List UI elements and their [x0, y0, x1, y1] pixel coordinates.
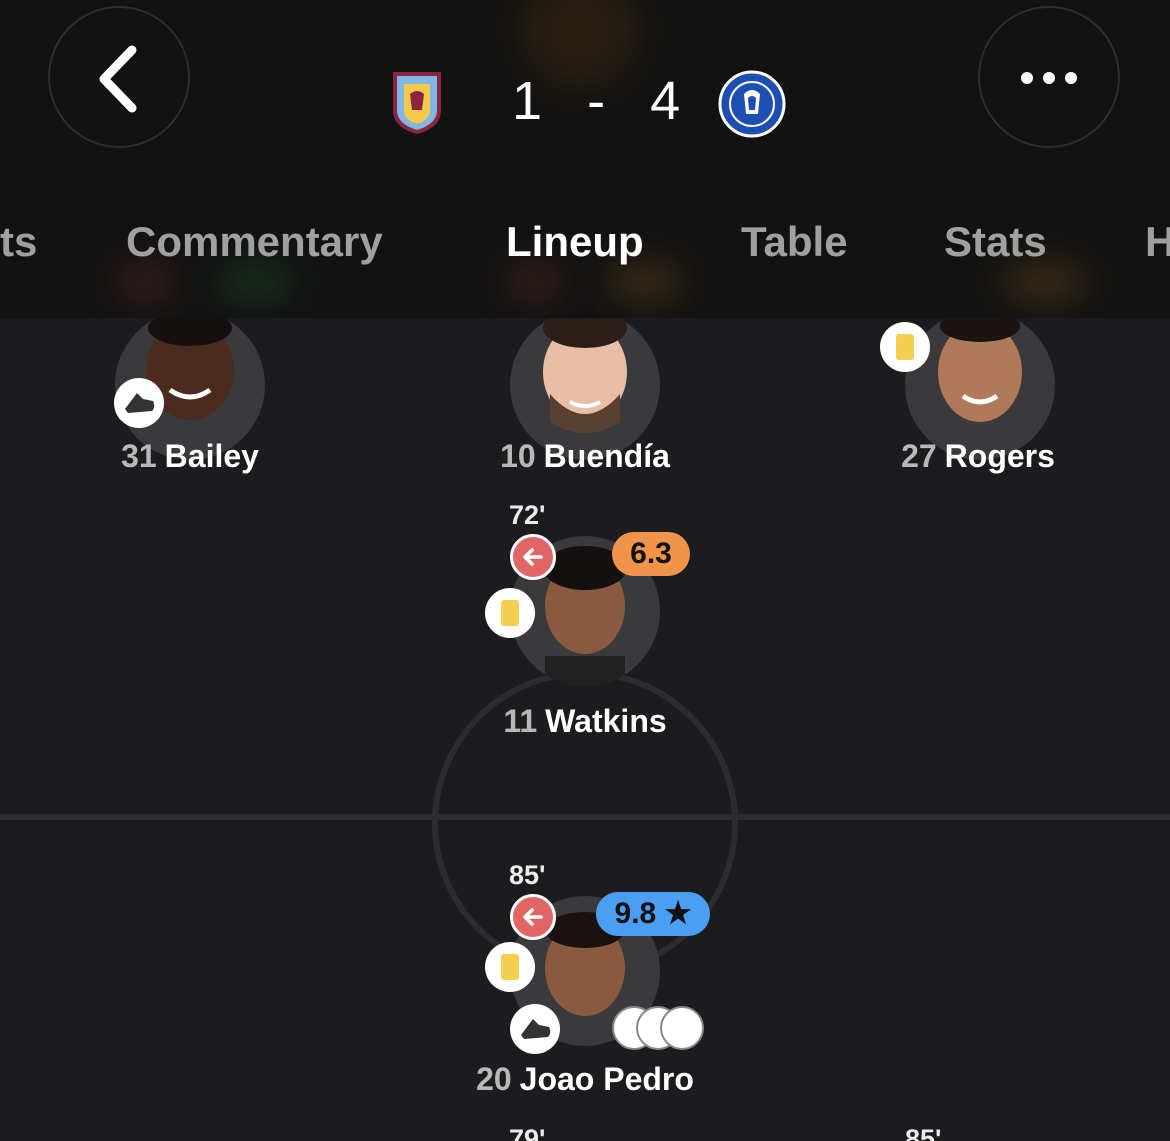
player-name: 31 Bailey	[20, 438, 360, 475]
substitution-out-icon	[510, 534, 556, 580]
boot-icon	[114, 378, 164, 428]
substitution-time: 85'	[509, 860, 546, 890]
player-name: 11 Watkins	[415, 703, 755, 740]
back-button[interactable]	[48, 6, 190, 148]
tab-stats[interactable]: Stats	[944, 218, 1047, 266]
shirt-number: 10	[500, 438, 536, 474]
player-name: 20 Joao Pedro	[415, 1061, 755, 1098]
substitution-time: 72'	[509, 500, 546, 530]
ellipsis-icon	[1021, 72, 1077, 84]
player-rating: 6.3	[612, 532, 690, 576]
yellow-card-icon	[485, 942, 535, 992]
score-separator: -	[587, 71, 608, 131]
substitution-time: 79'	[509, 1124, 546, 1141]
shirt-number: 27	[901, 438, 937, 474]
player-surname: Joao Pedro	[519, 1061, 694, 1097]
home-goals: 1	[512, 71, 545, 131]
match-header: 1 - 4 ts Commentary Lineup Table Stats H	[0, 0, 1170, 318]
shirt-number: 11	[503, 703, 538, 739]
player-surname: Watkins	[545, 703, 667, 739]
shirt-number: 20	[476, 1061, 512, 1097]
player-surname: Buendía	[543, 438, 670, 474]
tab-commentary[interactable]: Commentary	[126, 218, 383, 266]
boot-icon	[510, 1004, 560, 1054]
chelsea-crest-icon[interactable]	[718, 70, 786, 138]
player-surname: Rogers	[944, 438, 1055, 474]
aston-villa-crest-icon[interactable]	[392, 70, 442, 134]
player-name: 27 Rogers	[808, 438, 1148, 475]
goal-ball-icon	[660, 1006, 704, 1050]
substitution-out-icon	[510, 894, 556, 940]
lineup-pitch: 31 Bailey 10 Buendía 27 Rogers 72' 6.3 1…	[0, 318, 1170, 1141]
more-options-button[interactable]	[978, 6, 1120, 148]
tab-bar: ts Commentary Lineup Table Stats H	[0, 218, 1170, 278]
away-goals: 4	[650, 71, 683, 131]
player-surname: Bailey	[164, 438, 259, 474]
substitution-time: 85'	[905, 1124, 942, 1141]
player-name: 10 Buendía	[415, 438, 755, 475]
score: 1 - 4	[512, 70, 682, 132]
yellow-card-icon	[880, 322, 930, 372]
tab-table[interactable]: Table	[741, 218, 848, 266]
shirt-number: 31	[121, 438, 157, 474]
tab-lineup[interactable]: Lineup	[506, 218, 644, 266]
chevron-left-icon	[99, 45, 137, 113]
yellow-card-icon	[485, 588, 535, 638]
tab-events[interactable]: ts	[0, 218, 37, 266]
player-rating: 9.8 ★	[596, 892, 710, 936]
tab-head-to-head[interactable]: H	[1145, 218, 1170, 266]
